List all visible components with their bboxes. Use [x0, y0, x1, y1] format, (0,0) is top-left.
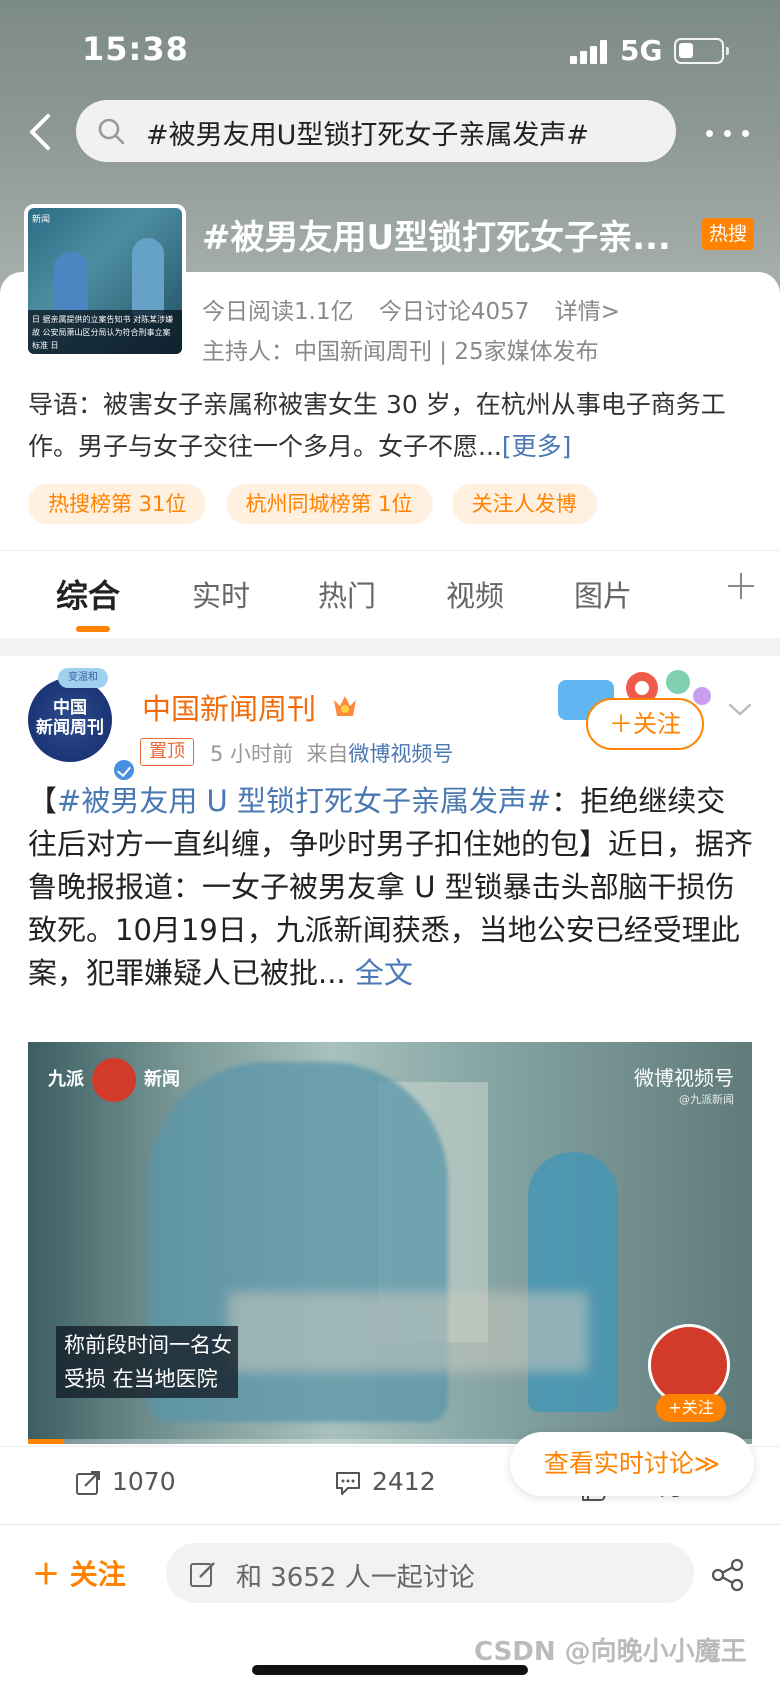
verified-icon	[112, 758, 136, 782]
intro-more-link[interactable]: [更多]	[502, 432, 572, 461]
post-time: 5 小时前	[210, 742, 294, 766]
post-text-open: 【	[28, 784, 58, 818]
pinned-badge: 置顶	[140, 738, 194, 766]
video-watermark: 微博视频号 @九派新闻	[634, 1062, 734, 1107]
hot-badge: 热搜	[702, 218, 754, 250]
source-prefix: 来自	[306, 742, 349, 766]
details-link[interactable]: 详情>	[555, 299, 620, 325]
discussion-placeholder: 和 3652 人一起讨论	[236, 1563, 475, 1593]
comment-count: 2412	[372, 1467, 436, 1496]
view-realtime-discussion-button[interactable]: 查看实时讨论≫	[510, 1432, 754, 1496]
tab-hot[interactable]: 热门	[318, 573, 376, 615]
video-figure	[528, 1152, 618, 1412]
comment-button[interactable]: 2412	[334, 1467, 436, 1497]
jiupai-logo-icon	[92, 1058, 136, 1102]
discussion-count: 今日讨论4057	[378, 299, 530, 325]
video-player[interactable]: 九派 新闻 微博视频号 @九派新闻 称前段时间一名女 受损 在当地医院 +关注	[28, 1042, 752, 1444]
video-watermark-sub: @九派新闻	[679, 1093, 734, 1106]
status-time: 15:38	[82, 30, 189, 68]
intro-text: 导语：被害女子亲属称被害女生 30 岁，在杭州从事电子商务工作。男子与女子交往一…	[28, 390, 726, 461]
tab-images[interactable]: 图片	[574, 573, 632, 615]
bottom-bar: ＋ 关注 和 3652 人一起讨论 CSDN @向晚小小魔王	[0, 1524, 780, 1688]
tab-video[interactable]: 视频	[446, 573, 504, 615]
video-blur	[228, 1292, 588, 1372]
post-meta: 5 小时前 来自微博视频号	[210, 738, 453, 768]
video-subtitle-line: 称前段时间一名女	[64, 1333, 232, 1357]
search-input[interactable]: #被男友用U型锁打死女子亲属发声#	[76, 100, 676, 162]
discussion-input[interactable]: 和 3652 人一起讨论	[166, 1543, 694, 1603]
add-tab-icon[interactable]	[726, 571, 756, 601]
tab-comprehensive[interactable]: 综合	[56, 571, 120, 617]
video-follow-button[interactable]: +关注	[656, 1394, 726, 1422]
search-icon	[98, 118, 125, 145]
avatar-badge: 变温和	[58, 668, 108, 688]
active-tab-indicator	[76, 626, 110, 632]
network-type: 5G	[620, 34, 663, 67]
chevron-down-icon[interactable]	[726, 700, 754, 720]
post-text: 【#被男友用 U 型锁打死女子亲属发声#：拒绝继续交往后对方一直纠缠，争吵时男子…	[28, 780, 754, 995]
video-progress-fill	[28, 1439, 65, 1444]
signal-icon	[570, 38, 610, 64]
vip-icon	[334, 696, 356, 716]
repost-count: 1070	[112, 1467, 176, 1496]
video-logo-left: 九派	[48, 1069, 84, 1090]
follow-button[interactable]: ＋关注	[586, 698, 704, 750]
thumbnail-figure	[54, 252, 88, 312]
video-logo: 九派 新闻	[48, 1058, 180, 1102]
bottom-follow-button[interactable]: ＋ 关注	[32, 1553, 126, 1593]
tag-city-rank[interactable]: 杭州同城榜第 1位	[225, 484, 433, 524]
back-icon[interactable]	[22, 112, 62, 152]
tab-realtime[interactable]: 实时	[192, 573, 250, 615]
author-name[interactable]: 中国新闻周刊	[142, 686, 316, 728]
edit-icon	[190, 1562, 215, 1587]
video-subtitle: 称前段时间一名女 受损 在当地医院	[56, 1326, 238, 1398]
full-text-link[interactable]: 全文	[346, 956, 413, 990]
video-subtitle-line: 受损 在当地医院	[64, 1367, 218, 1391]
avatar[interactable]: 变温和 中国 新闻周刊	[28, 668, 136, 782]
post-hashtag[interactable]: #被男友用 U 型锁打死女子亲属发声#	[57, 784, 551, 818]
video-watermark-text: 微博视频号	[634, 1066, 734, 1090]
csdn-watermark: CSDN @向晚小小魔王	[474, 1637, 747, 1667]
battery-icon	[674, 38, 729, 64]
tab-bar: 综合 实时 热门 视频 图片	[0, 550, 780, 638]
status-bar: 15:38 5G	[0, 0, 780, 96]
comment-icon	[336, 1472, 360, 1495]
tag-hot-rank[interactable]: 热搜榜第 31位	[28, 484, 207, 524]
topic-title: #被男友用U型锁打死女子亲...	[202, 218, 671, 258]
post-card: 变温和 中国 新闻周刊 中国新闻周刊 置顶 5 小时前 来自微博视频号 ＋关注 …	[0, 656, 780, 1526]
thumbnail-label: 新闻	[32, 215, 51, 225]
thumbnail-caption: 日 据亲属提供的立案告知书 对陈某涉嫌故 公安局萧山区分局认为符合刑事立案标准 …	[28, 310, 182, 354]
read-count: 今日阅读1.1亿	[202, 299, 354, 325]
home-indicator[interactable]	[252, 1665, 528, 1675]
topic-thumbnail[interactable]: 新闻 日 据亲属提供的立案告知书 对陈某涉嫌故 公安局萧山区分局认为符合刑事立案…	[24, 204, 186, 358]
share-icon[interactable]	[710, 1557, 746, 1593]
video-logo-right: 新闻	[144, 1069, 180, 1090]
topic-stats: 今日阅读1.1亿 今日讨论4057 详情>	[202, 292, 638, 326]
tag-following-posts[interactable]: 关注人发博	[451, 484, 597, 524]
avatar-text: 中国 新闻周刊	[36, 698, 104, 738]
thumbnail-figure	[132, 238, 164, 316]
repost-button[interactable]: 1070	[74, 1467, 176, 1497]
repost-icon	[76, 1471, 100, 1495]
more-options-icon[interactable]	[706, 118, 754, 148]
search-query: #被男友用U型锁打死女子亲属发声#	[146, 120, 590, 151]
topic-host: 主持人：中国新闻周刊 | 25家媒体发布	[202, 339, 599, 365]
topic-tags: 热搜榜第 31位 杭州同城榜第 1位 关注人发博	[28, 484, 611, 524]
topic-intro: 导语：被害女子亲属称被害女生 30 岁，在杭州从事电子商务工作。男子与女子交往一…	[28, 384, 758, 468]
post-source[interactable]: 微博视频号	[348, 742, 453, 766]
